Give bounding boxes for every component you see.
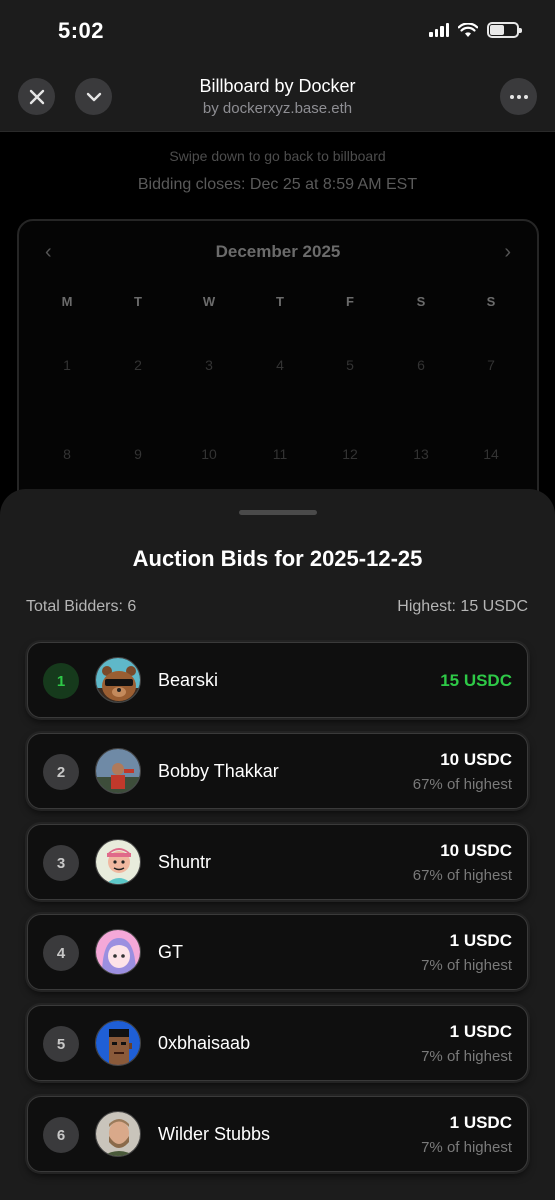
rank-badge: 4 <box>43 935 79 971</box>
bid-row[interactable]: 4 GT 1 USDC 7% of highest <box>27 914 528 990</box>
swipe-hint: Swipe down to go back to billboard <box>169 148 386 164</box>
sheet-title: Auction Bids for 2025-12-25 <box>132 546 423 571</box>
bid-row[interactable]: 2 Bobby Thakkar 10 USDC 67% of highest <box>27 733 528 809</box>
ellipsis-icon <box>509 94 528 99</box>
calendar-day[interactable]: 9 <box>118 446 158 462</box>
calendar-day[interactable]: 1 <box>47 357 87 373</box>
calendar-day[interactable]: 13 <box>401 446 441 462</box>
calendar-day[interactable]: 3 <box>189 357 229 373</box>
pixel-punk-avatar-icon <box>95 1020 141 1066</box>
status-time: 5:02 <box>58 18 105 43</box>
weekday-label: S <box>486 294 496 309</box>
wifi-icon <box>458 22 478 37</box>
bid-amount: 15 USDC <box>440 671 512 690</box>
calendar-day[interactable]: 8 <box>47 446 87 462</box>
status-icons <box>429 22 522 38</box>
bid-amount: 1 USDC <box>449 1022 512 1041</box>
calendar-day[interactable]: 12 <box>330 446 370 462</box>
bidder-name: 0xbhaisaab <box>158 1033 251 1053</box>
calendar-day[interactable]: 14 <box>471 446 511 462</box>
calendar-day[interactable]: 10 <box>189 446 229 462</box>
bid-percentage: 67% of highest <box>412 867 512 884</box>
cellular-signal-icon <box>429 23 449 37</box>
bid-amount: 10 USDC <box>440 750 512 769</box>
calendar-day[interactable]: 2 <box>118 357 158 373</box>
bid-percentage: 67% of highest <box>412 776 512 793</box>
cartoon-avatar-icon <box>95 839 141 885</box>
weekday-label: T <box>134 294 142 309</box>
calendar-day[interactable]: 7 <box>471 357 511 373</box>
rank-badge: 1 <box>43 663 79 699</box>
bidder-name: Bobby Thakkar <box>158 761 279 781</box>
bid-amount: 1 USDC <box>449 931 512 950</box>
photo-avatar-icon <box>95 748 141 794</box>
weekday-label: T <box>276 294 284 309</box>
rank-badge: 6 <box>43 1117 79 1153</box>
page-subtitle: by dockerxyz.base.eth <box>202 100 353 117</box>
battery-icon <box>487 22 522 38</box>
bid-percentage: 7% of highest <box>421 957 512 974</box>
calendar-day[interactable]: 5 <box>330 357 370 373</box>
bidder-name: Shuntr <box>158 852 212 872</box>
rank-badge: 5 <box>43 1026 79 1062</box>
more-options-button[interactable] <box>500 78 537 115</box>
bidder-name: Bearski <box>158 670 219 690</box>
bid-percentage: 7% of highest <box>421 1048 512 1065</box>
status-bar: 5:02 <box>0 0 555 60</box>
rank-badge: 3 <box>43 845 79 881</box>
calendar-day[interactable]: 6 <box>401 357 441 373</box>
photo-avatar-icon <box>95 1111 141 1157</box>
bid-row[interactable]: 3 Shuntr 10 USDC 67% of highest <box>27 824 528 900</box>
bear-avatar-icon <box>95 657 141 703</box>
bid-row[interactable]: 5 0xbhaisaab 1 USDC 7% of highest <box>27 1005 528 1081</box>
bid-amount: 10 USDC <box>440 841 512 860</box>
calendar-day[interactable]: 11 <box>260 446 300 462</box>
rank-badge: 2 <box>43 754 79 790</box>
app-header: Billboard by Docker by dockerxyz.base.et… <box>0 60 555 132</box>
sheet-drag-handle[interactable] <box>239 510 317 515</box>
highest-bid: Highest: 15 USDC <box>397 598 528 615</box>
bid-row[interactable]: 1 Bearski 15 USDC <box>27 642 528 718</box>
calendar-day[interactable]: 4 <box>260 357 300 373</box>
bid-row[interactable]: 6 Wilder Stubbs 1 USDC 7% of highest <box>27 1096 528 1172</box>
bid-percentage: 7% of highest <box>421 1139 512 1156</box>
bid-amount: 1 USDC <box>449 1113 512 1132</box>
bidder-name: GT <box>158 942 183 962</box>
weekday-label: M <box>61 294 73 309</box>
weekday-label: F <box>346 294 354 309</box>
bidder-name: Wilder Stubbs <box>158 1124 271 1144</box>
total-bidders: Total Bidders: 6 <box>26 598 137 615</box>
bids-sheet: Auction Bids for 2025-12-25 Total Bidder… <box>0 489 555 1200</box>
weekday-label: S <box>416 294 426 309</box>
weekday-label: W <box>202 294 216 309</box>
anime-avatar-icon <box>95 929 141 975</box>
bidding-closes-text: Bidding closes: Dec 25 at 8:59 AM EST <box>137 176 418 193</box>
page-title: Billboard by Docker <box>199 76 356 96</box>
